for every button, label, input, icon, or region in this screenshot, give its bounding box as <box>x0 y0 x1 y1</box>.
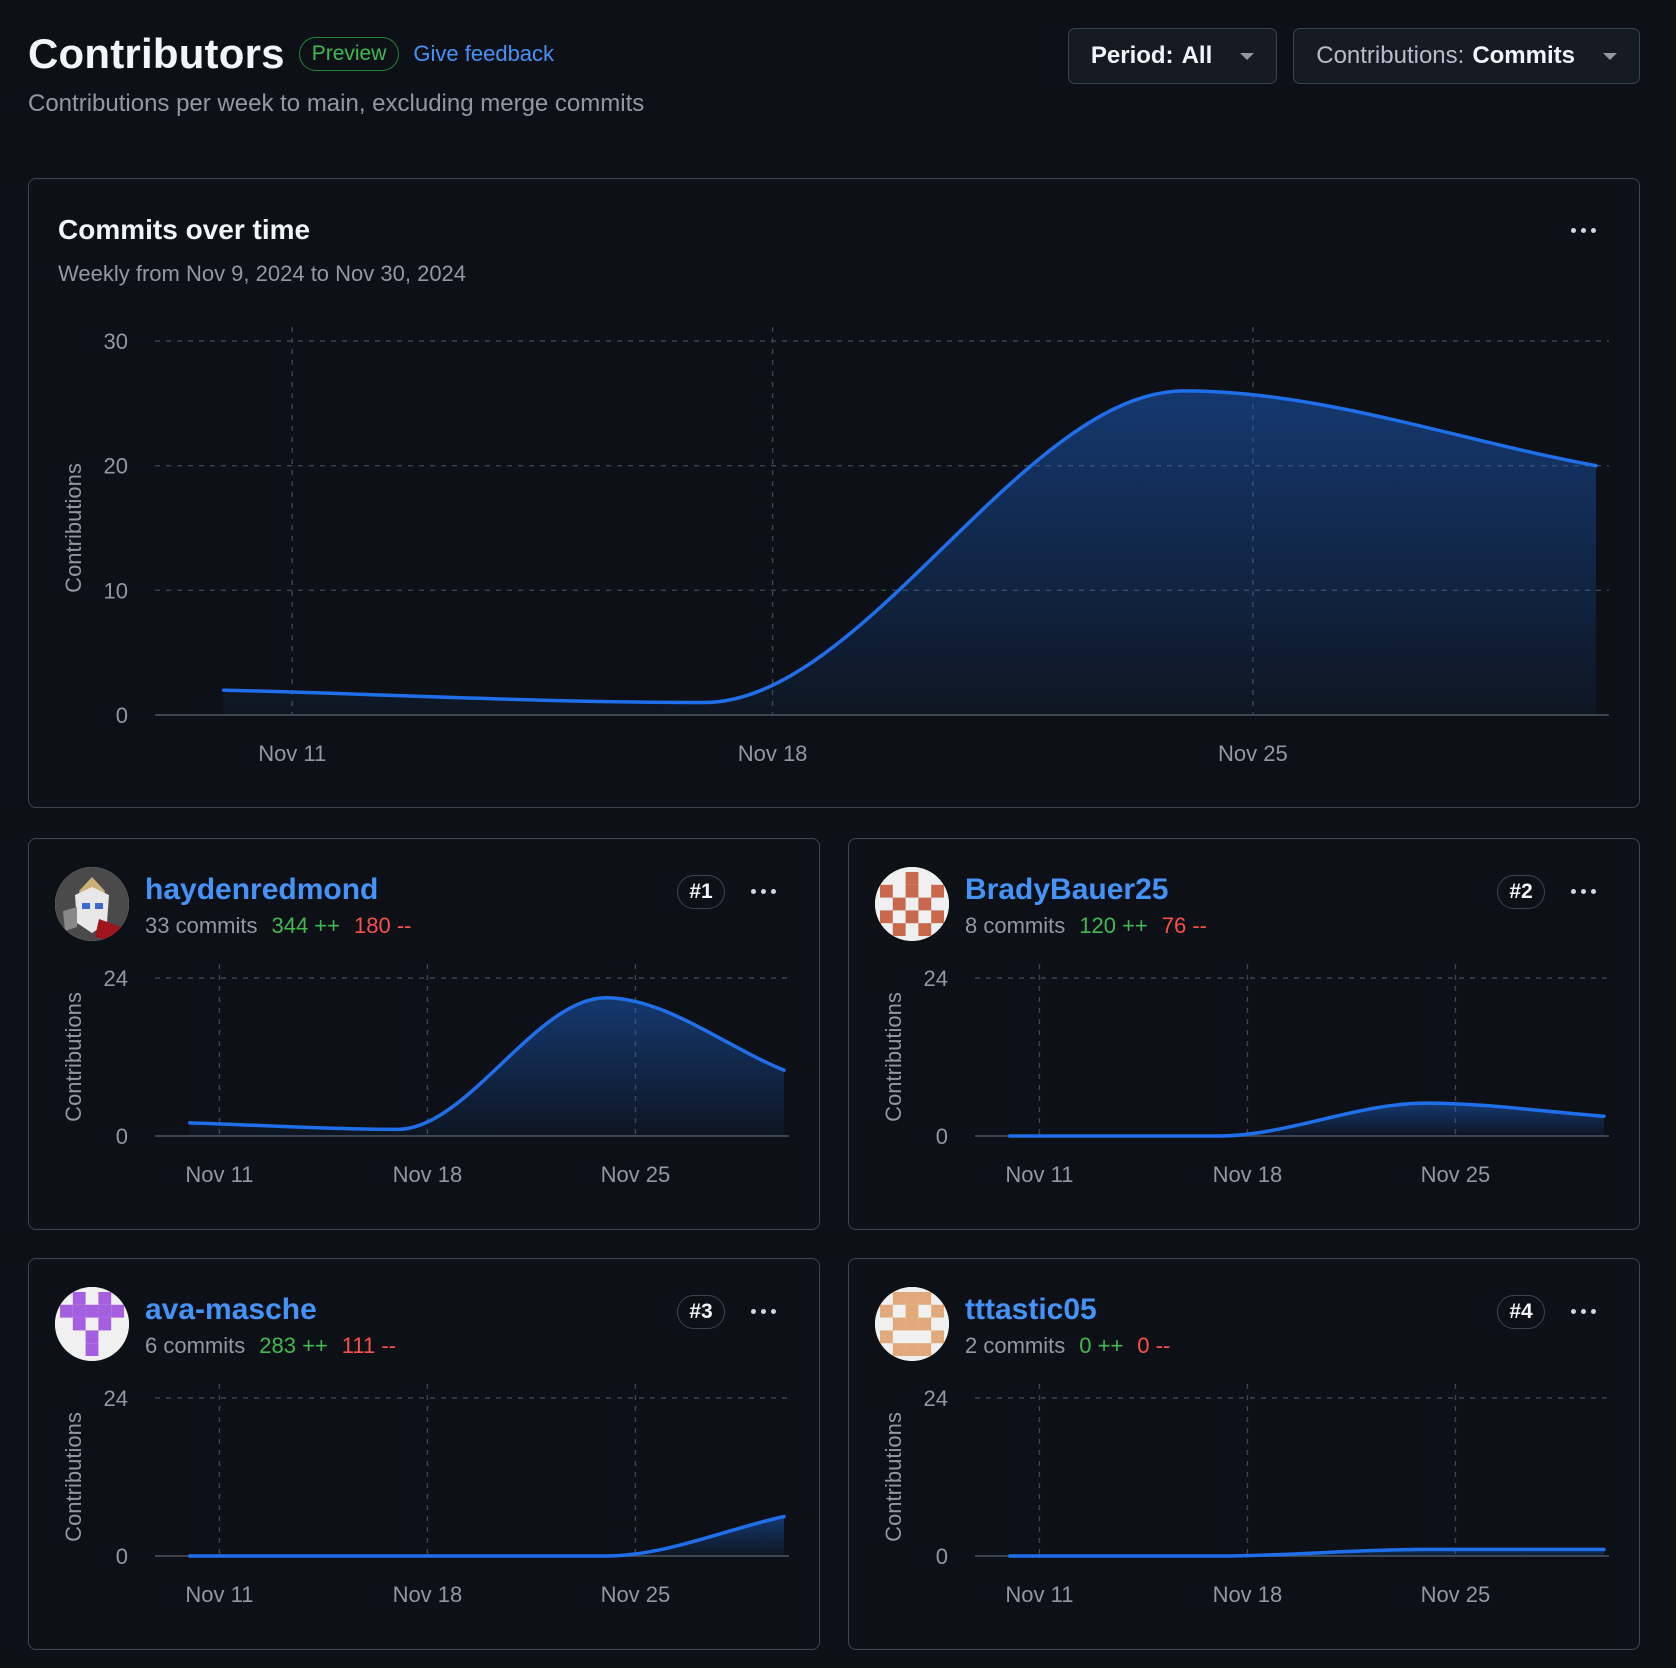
y-tick-label: 24 <box>104 1386 128 1411</box>
y-tick-label: 0 <box>936 1544 948 1569</box>
filter-dropdowns: Period: All Contributions: Commits <box>1067 28 1640 84</box>
y-axis-label: Contributions <box>61 463 86 593</box>
y-tick-label: 0 <box>116 1544 128 1569</box>
x-tick-label: Nov 25 <box>1421 1162 1491 1187</box>
x-tick-label: Nov 25 <box>601 1162 671 1187</box>
period-dropdown-label: Period: <box>1090 42 1174 69</box>
x-tick-label: Nov 25 <box>1218 741 1288 766</box>
x-tick-label: Nov 25 <box>601 1582 671 1607</box>
contributions-dropdown-label: Contributions: <box>1316 42 1465 69</box>
y-axis-label: Contributions <box>881 992 906 1122</box>
y-axis-label: Contributions <box>881 1412 906 1542</box>
series-area <box>189 1516 784 1556</box>
contributor-commits-chart: Nov 11 Nov 18 Nov 25 0 24 Contributions <box>61 964 789 1187</box>
y-axis-label: Contributions <box>61 992 86 1122</box>
x-tick-label: Nov 11 <box>185 1582 253 1607</box>
chevron-down-icon <box>1603 52 1617 60</box>
x-tick-label: Nov 18 <box>738 741 808 766</box>
contributions-dropdown-value: Commits <box>1472 42 1575 69</box>
page-title: Contributors <box>28 30 285 77</box>
x-tick-label: Nov 18 <box>1213 1582 1283 1607</box>
contributor-card: ava-masche 6 commits 283 ++ 111 -- #3 Nov 11 N… <box>28 1258 820 1650</box>
series-area <box>223 390 1597 715</box>
y-tick-label: 0 <box>116 1124 128 1149</box>
y-tick-label: 24 <box>924 1386 948 1411</box>
x-tick-label: Nov 18 <box>393 1582 463 1607</box>
x-tick-label: Nov 11 <box>258 741 326 766</box>
contributor-commits-chart: Nov 11 Nov 18 Nov 25 0 24 Contributions <box>61 1384 789 1607</box>
preview-badge: Preview <box>298 37 400 71</box>
y-tick-label: 0 <box>116 703 128 728</box>
x-tick-label: Nov 11 <box>1005 1582 1073 1607</box>
contributor-commits-chart: Nov 11 Nov 18 Nov 25 0 24 Contributions <box>881 1384 1609 1607</box>
period-dropdown-value: All <box>1181 42 1213 69</box>
y-axis-label: Contributions <box>61 1412 86 1542</box>
x-tick-label: Nov 25 <box>1421 1582 1491 1607</box>
commits-over-time-chart: Nov 11 Nov 18 Nov 25 0 10 20 30 Contributions <box>61 327 1609 766</box>
contributor-commits-chart: Nov 11 Nov 18 Nov 25 0 24 Contributions <box>881 964 1609 1187</box>
contributor-card: tttastic05 2 commits 0 ++ 0 -- #4 Nov 11 Nov 1… <box>848 1258 1640 1650</box>
commits-over-time-card: Commits over time Weekly from Nov 9, 202… <box>28 178 1640 808</box>
x-tick-label: Nov 11 <box>1005 1162 1073 1187</box>
y-tick-label: 30 <box>104 329 128 354</box>
y-tick-label: 24 <box>924 966 948 991</box>
y-tick-label: 0 <box>936 1124 948 1149</box>
period-dropdown[interactable]: Period: All <box>1067 28 1278 84</box>
series-area <box>189 997 784 1136</box>
contributor-card: BradyBauer25 8 commits 120 ++ 76 -- #2 Nov 11… <box>848 838 1640 1230</box>
chevron-down-icon <box>1240 52 1255 60</box>
x-tick-label: Nov 11 <box>185 1162 253 1187</box>
give-feedback-link[interactable]: Give feedback <box>413 41 554 67</box>
y-tick-label: 24 <box>104 966 128 991</box>
x-tick-label: Nov 18 <box>393 1162 463 1187</box>
contributions-dropdown[interactable]: Contributions: Commits <box>1293 28 1640 84</box>
x-tick-label: Nov 18 <box>1213 1162 1283 1187</box>
contributor-card: haydenredmond 33 commits 344 ++ 180 -- #1 Nov… <box>28 838 820 1230</box>
y-tick-label: 20 <box>104 454 128 479</box>
page-subtitle: Contributions per week to main, excludin… <box>28 90 645 117</box>
y-tick-label: 10 <box>104 578 128 603</box>
